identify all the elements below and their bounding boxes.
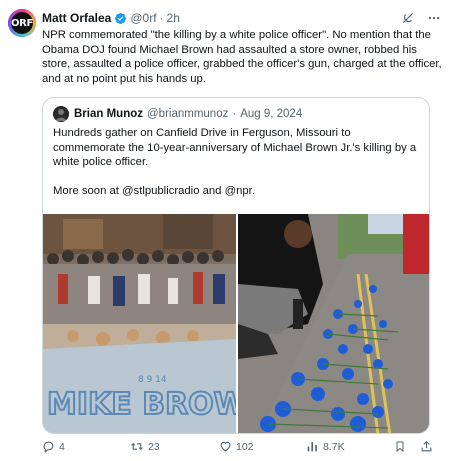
- author-avatar[interactable]: ORF: [8, 9, 36, 37]
- repost-count: 23: [148, 440, 160, 453]
- repost-icon[interactable]: [130, 440, 144, 453]
- verified-badge-icon: [114, 12, 127, 25]
- views-action[interactable]: 8.7K: [306, 440, 345, 453]
- photo-roses-on-street[interactable]: [238, 214, 429, 433]
- tweet-text: NPR commemorated "the killing by a white…: [42, 29, 442, 85]
- quoted-author-handle: @brianmmunoz: [147, 108, 229, 120]
- quoted-text-paragraph-2: More soon at @stlpublicradio and @npr.: [53, 184, 255, 197]
- quoted-tweet-header: Brian Munoz @brianmmunoz · Aug 9, 2024: [53, 106, 302, 122]
- views-icon[interactable]: [306, 440, 319, 453]
- author-handle[interactable]: @0rf: [130, 11, 156, 25]
- reply-action[interactable]: 4: [42, 440, 65, 453]
- quoted-media: MIKE BROWN 8 9 14: [43, 214, 429, 433]
- quoted-author-avatar[interactable]: [53, 106, 69, 122]
- share-icon[interactable]: [420, 440, 433, 453]
- repost-action[interactable]: 23: [130, 440, 160, 453]
- more-icon[interactable]: [427, 11, 441, 25]
- quoted-tweet-text: Hundreds gather on Canfield Drive in Fer…: [53, 126, 423, 198]
- avatar-logo-text: ORF: [10, 17, 34, 29]
- reply-icon[interactable]: [42, 440, 55, 453]
- header-actions: [401, 11, 441, 25]
- like-icon[interactable]: [219, 440, 232, 453]
- quoted-date: Aug 9, 2024: [240, 108, 303, 120]
- tweet-actions: 4 23 102 8.7K: [42, 440, 437, 456]
- header-separator: ·: [159, 11, 164, 25]
- quoted-separator: ·: [232, 108, 237, 120]
- quoted-text-paragraph-1: Hundreds gather on Canfield Drive in Fer…: [53, 127, 417, 169]
- tweet-header: Matt Orfalea @0rf · 2h: [42, 9, 441, 27]
- chalk-date-text: 8 9 14: [138, 375, 167, 385]
- like-action[interactable]: 102: [219, 440, 254, 453]
- bookmark-icon[interactable]: [394, 440, 406, 453]
- tweet-time[interactable]: 2h: [167, 11, 180, 25]
- quoted-author-name: Brian Munoz: [74, 108, 143, 120]
- tweet-content: Matt Orfalea @0rf · 2h NPR commemorated …: [42, 9, 442, 86]
- like-count: 102: [236, 440, 254, 453]
- grok-icon[interactable]: [401, 11, 415, 25]
- quoted-tweet[interactable]: Brian Munoz @brianmmunoz · Aug 9, 2024 H…: [42, 97, 430, 434]
- photo-memorial-crowd[interactable]: MIKE BROWN 8 9 14: [43, 214, 236, 433]
- author-name[interactable]: Matt Orfalea: [42, 11, 111, 25]
- tweet[interactable]: ORF Matt Orfalea @0rf · 2h NPR commemora…: [0, 0, 451, 461]
- bookmark-action[interactable]: [394, 440, 406, 453]
- avatar-inner: ORF: [11, 12, 33, 34]
- mike-brown-chalk-text: MIKE BROWN: [47, 387, 236, 422]
- reply-count: 4: [59, 440, 65, 453]
- share-action[interactable]: [420, 440, 433, 453]
- views-count: 8.7K: [323, 440, 345, 453]
